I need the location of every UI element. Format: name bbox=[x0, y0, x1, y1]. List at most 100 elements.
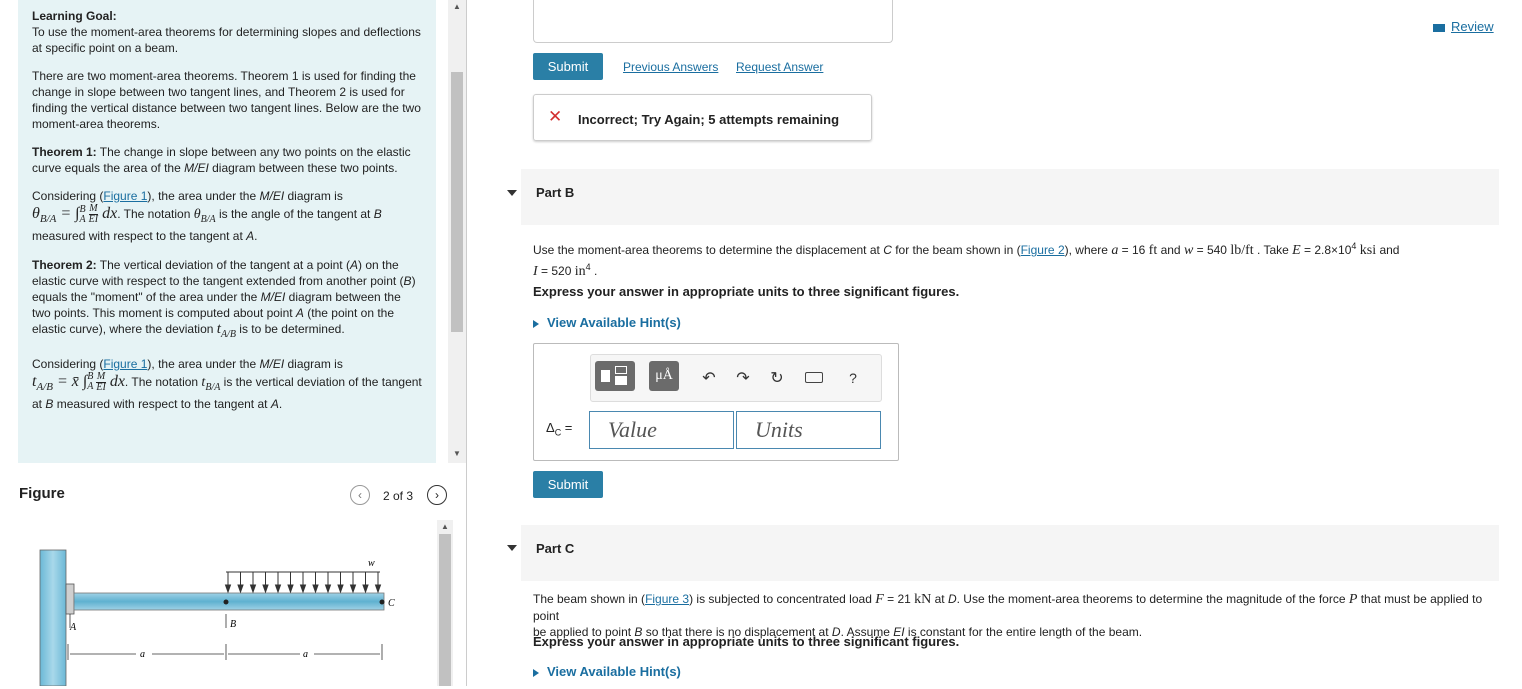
q-text: = 16 bbox=[1118, 243, 1149, 257]
figure-3-link[interactable]: Figure 3 bbox=[645, 592, 689, 606]
load-arrow-head bbox=[299, 584, 307, 594]
chevron-right-icon[interactable]: › bbox=[427, 485, 447, 505]
close-icon: ✕ bbox=[548, 107, 563, 126]
value-input[interactable]: Value bbox=[589, 411, 734, 449]
load-arrow-head bbox=[349, 584, 357, 594]
figure-1-link[interactable]: Figure 1 bbox=[103, 357, 147, 371]
figure-2-link[interactable]: Figure 2 bbox=[1021, 243, 1065, 257]
dimension-lines bbox=[67, 644, 383, 660]
consider2-text-3: diagram is bbox=[284, 356, 343, 371]
theta-subscript: B/A bbox=[39, 213, 57, 226]
q-text: ) is subjected to concentrated load bbox=[689, 592, 876, 606]
var-f: F bbox=[875, 592, 884, 607]
templates-button[interactable] bbox=[595, 361, 635, 391]
notation1-text: . The notation bbox=[117, 207, 194, 222]
collapse-part-b-icon[interactable] bbox=[507, 190, 517, 196]
eq-sign: = bbox=[56, 205, 76, 223]
part-c-header[interactable]: Part C bbox=[521, 525, 1499, 581]
notation1-text-4: . bbox=[254, 228, 258, 243]
dx-term: dx bbox=[98, 205, 118, 223]
scroll-thumb[interactable] bbox=[451, 72, 463, 332]
part-c-hint-toggle[interactable]: View Available Hint(s) bbox=[533, 664, 681, 679]
q-text: and bbox=[1376, 243, 1400, 257]
previous-answers-link[interactable]: Previous Answers bbox=[623, 60, 718, 74]
point-b: B bbox=[403, 273, 412, 288]
pane-divider bbox=[466, 0, 467, 686]
mei-term: M/EI bbox=[259, 189, 285, 203]
scroll-down-arrow-icon[interactable]: ▼ bbox=[448, 449, 466, 458]
theorem1-text-end: diagram between these two points. bbox=[208, 161, 398, 175]
fixed-plate bbox=[65, 583, 75, 615]
q-text: . bbox=[590, 264, 598, 278]
goal-scrollbar[interactable]: ▲ ▼ bbox=[448, 0, 466, 463]
theorem1-label: Theorem 1: bbox=[32, 145, 97, 159]
reset-icon[interactable]: ↻ bbox=[765, 366, 789, 390]
part-b-title: Part B bbox=[536, 185, 575, 200]
theorem1: Theorem 1: The change in slope between a… bbox=[32, 144, 422, 176]
point-a: A bbox=[246, 228, 255, 243]
submit-button-part-a[interactable]: Submit bbox=[533, 53, 603, 80]
part-b-hint-toggle[interactable]: View Available Hint(s) bbox=[533, 315, 681, 330]
figure-pager: 2 of 3 bbox=[383, 489, 414, 503]
theorem2-text-6: is to be determined. bbox=[235, 321, 345, 336]
beam-diagram: w A B C a a bbox=[39, 549, 395, 687]
notation2-text-4: . bbox=[278, 396, 283, 411]
part-b-question: Use the moment-area theorems to determin… bbox=[533, 238, 1499, 280]
q-text: = 520 bbox=[537, 264, 575, 278]
template-icon bbox=[601, 370, 610, 382]
chevron-left-icon[interactable]: ‹ bbox=[350, 485, 370, 505]
label-w: w bbox=[368, 558, 375, 569]
units-button[interactable]: μÅ bbox=[649, 361, 679, 391]
q-text: and bbox=[1157, 243, 1184, 257]
previous-answer-box bbox=[533, 0, 893, 43]
consider2-text: Considering ( bbox=[32, 356, 104, 371]
help-icon[interactable]: ? bbox=[841, 366, 865, 390]
q-text: . Use the moment-area theorems to determ… bbox=[956, 592, 1349, 606]
figure-1-link[interactable]: Figure 1 bbox=[103, 189, 147, 203]
scroll-up-arrow-icon[interactable]: ▲ bbox=[437, 522, 453, 531]
scroll-thumb[interactable] bbox=[439, 534, 451, 686]
notation1-text-2: is the angle of the tangent at bbox=[215, 207, 374, 222]
frac-den: EI bbox=[96, 381, 106, 393]
unit-lbft: lb/ft bbox=[1230, 243, 1254, 258]
review-link[interactable]: Review bbox=[1433, 19, 1494, 34]
point-c-marker bbox=[379, 599, 385, 605]
template-icon-fill bbox=[615, 376, 627, 385]
wall-support bbox=[39, 549, 67, 687]
load-arrow-head bbox=[237, 584, 244, 594]
figure-scrollbar[interactable]: ▲ bbox=[437, 520, 453, 686]
review-label[interactable]: Review bbox=[1451, 19, 1494, 34]
part-b-header[interactable]: Part B bbox=[521, 169, 1499, 225]
part-c-title: Part C bbox=[536, 541, 575, 556]
load-arrow-head bbox=[374, 584, 382, 594]
undo-icon[interactable]: ↶ bbox=[697, 366, 721, 390]
scroll-up-arrow-icon[interactable]: ▲ bbox=[448, 2, 466, 11]
submit-button-part-b[interactable]: Submit bbox=[533, 471, 603, 498]
load-arrow-head bbox=[362, 584, 369, 594]
units-input[interactable]: Units bbox=[736, 411, 881, 449]
q-text: The beam shown in ( bbox=[533, 592, 646, 606]
q-text: ), where bbox=[1064, 243, 1112, 257]
collapse-part-c-icon[interactable] bbox=[507, 545, 517, 551]
t-subscript: A/B bbox=[220, 328, 236, 340]
theta-symbol: θ bbox=[193, 207, 201, 223]
part-b-instruction: Express your answer in appropriate units… bbox=[533, 284, 960, 299]
goal-text: To use the moment-area theorems for dete… bbox=[32, 25, 421, 55]
label-a-dim-1: a bbox=[140, 649, 145, 660]
redo-icon[interactable]: ↷ bbox=[731, 366, 755, 390]
point-b-marker bbox=[223, 599, 229, 605]
q-text: = 21 bbox=[883, 592, 915, 606]
consider1-text: Considering ( bbox=[32, 189, 104, 203]
theta-formula: θB/A = ∫B A M EI dx bbox=[32, 204, 118, 226]
feedback-text: Incorrect; Try Again; 5 attempts remaini… bbox=[578, 112, 840, 127]
q-text: . Take bbox=[1253, 243, 1293, 257]
q-text: = 2.8×10 bbox=[1300, 243, 1352, 257]
eq-sign: = bbox=[52, 373, 72, 391]
unit-kn: kN bbox=[914, 592, 932, 607]
unit-ksi: ksi bbox=[1359, 243, 1377, 258]
notation2-text-3: measured with respect to the tangent at bbox=[53, 396, 271, 411]
keyboard-icon[interactable] bbox=[805, 372, 823, 383]
request-answer-link[interactable]: Request Answer bbox=[736, 60, 823, 74]
q-text: at bbox=[931, 592, 948, 606]
answer-box: μÅ ↶ ↷ ↻ ? ΔC = Value Units bbox=[533, 343, 899, 461]
